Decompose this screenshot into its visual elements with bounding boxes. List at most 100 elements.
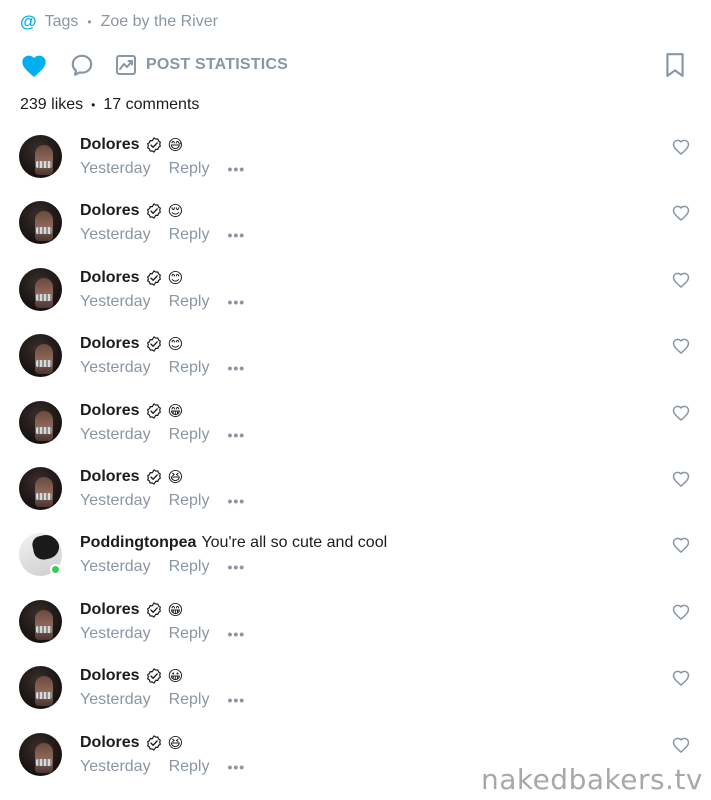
comment-item: Poddingtonpea You're all so cute and coo… <box>0 527 711 593</box>
comment-body: Dolores 😆 Yesterday Reply ••• <box>80 467 245 511</box>
avatar-figure <box>35 410 53 441</box>
comment-author[interactable]: Dolores <box>80 335 140 353</box>
comment-like-icon[interactable] <box>671 137 691 157</box>
more-options-icon[interactable]: ••• <box>227 759 245 775</box>
avatar[interactable] <box>19 533 62 577</box>
tags-row: @ Tags • Zoe by the River <box>20 12 218 32</box>
comments-list: Dolores 😅 Yesterday Reply ••• Dolores 😌 … <box>0 129 711 793</box>
reply-button[interactable]: Reply <box>169 226 210 244</box>
avatar-detail <box>36 625 52 633</box>
separator-dot: • <box>91 98 96 112</box>
comment-like-icon[interactable] <box>671 668 691 688</box>
comment-author[interactable]: Dolores <box>80 136 140 154</box>
more-options-icon[interactable]: ••• <box>227 493 245 509</box>
comment-header: Dolores 😆 <box>80 733 245 753</box>
comment-author[interactable]: Dolores <box>80 402 140 420</box>
comment-like-icon[interactable] <box>671 336 691 356</box>
avatar-detail <box>36 692 52 700</box>
separator-dot: • <box>87 15 92 29</box>
at-icon: @ <box>20 12 37 31</box>
comment-emoji: 😁 <box>167 600 184 619</box>
comment-body: Dolores 😅 Yesterday Reply ••• <box>80 135 245 179</box>
reply-button[interactable]: Reply <box>169 426 210 444</box>
more-options-icon[interactable]: ••• <box>227 626 245 642</box>
comment-like-icon[interactable] <box>671 403 691 423</box>
comments-count[interactable]: 17 comments <box>103 96 199 114</box>
comment-author[interactable]: Dolores <box>80 202 140 220</box>
comment-header: Poddingtonpea You're all so cute and coo… <box>80 533 387 553</box>
post-statistics-button[interactable]: POST STATISTICS <box>114 53 288 77</box>
comment-author[interactable]: Poddingtonpea <box>80 534 196 552</box>
comment-meta: Yesterday Reply ••• <box>80 358 245 378</box>
comment-like-icon[interactable] <box>671 203 691 223</box>
more-options-icon[interactable]: ••• <box>227 559 245 575</box>
comment-item: Dolores 😀 Yesterday Reply ••• <box>0 660 711 726</box>
comment-author[interactable]: Dolores <box>80 269 140 287</box>
bookmark-button[interactable] <box>663 51 687 79</box>
avatar[interactable] <box>19 666 62 710</box>
comment-item: Dolores 😁 Yesterday Reply ••• <box>0 594 711 660</box>
comment-body: Dolores 😌 Yesterday Reply ••• <box>80 201 245 245</box>
avatar[interactable] <box>19 466 62 510</box>
avatar-detail <box>36 758 52 766</box>
linked-post-title[interactable]: Zoe by the River <box>101 13 218 31</box>
avatar-figure <box>35 476 53 507</box>
comment-emoji: 😊 <box>167 335 184 354</box>
verified-badge-icon <box>146 137 161 153</box>
comment-timestamp: Yesterday <box>80 757 151 775</box>
avatar[interactable] <box>19 400 62 444</box>
reply-button[interactable]: Reply <box>169 691 210 709</box>
comment-author[interactable]: Dolores <box>80 601 140 619</box>
comment-header: Dolores 😁 <box>80 600 245 620</box>
verified-badge-icon <box>146 734 161 751</box>
comment-body: Dolores 😁 Yesterday Reply ••• <box>80 600 245 644</box>
comment-author[interactable]: Dolores <box>80 468 140 486</box>
avatar[interactable] <box>19 732 62 776</box>
comment-like-icon[interactable] <box>671 735 691 755</box>
avatar-shape <box>30 533 62 562</box>
avatar[interactable] <box>19 599 62 643</box>
comment-like-icon[interactable] <box>671 535 691 555</box>
avatar[interactable] <box>19 135 62 178</box>
more-options-icon[interactable]: ••• <box>227 294 245 310</box>
reply-button[interactable]: Reply <box>169 293 210 311</box>
comment-timestamp: Yesterday <box>80 359 151 377</box>
comment-author[interactable]: Dolores <box>80 667 140 685</box>
comment-button[interactable] <box>68 51 96 79</box>
comment-timestamp: Yesterday <box>80 226 151 244</box>
avatar[interactable] <box>19 267 62 311</box>
more-options-icon[interactable]: ••• <box>227 692 245 708</box>
comment-like-icon[interactable] <box>671 602 691 622</box>
comment-body: Dolores 😊 Yesterday Reply ••• <box>80 268 245 312</box>
comment-body: Dolores 😀 Yesterday Reply ••• <box>80 666 245 710</box>
comment-like-icon[interactable] <box>671 469 691 489</box>
reply-button[interactable]: Reply <box>169 359 210 377</box>
more-options-icon[interactable]: ••• <box>227 360 245 376</box>
comment-emoji: 😊 <box>167 268 184 287</box>
comment-header: Dolores 😌 <box>80 201 245 221</box>
reply-button[interactable]: Reply <box>169 558 210 576</box>
like-button[interactable] <box>20 51 48 79</box>
comment-timestamp: Yesterday <box>80 691 151 709</box>
tags-label[interactable]: Tags <box>45 13 79 31</box>
avatar-figure <box>35 344 53 375</box>
more-options-icon[interactable]: ••• <box>227 227 245 243</box>
comment-author[interactable]: Dolores <box>80 734 140 752</box>
reply-button[interactable]: Reply <box>169 758 210 776</box>
comment-meta: Yesterday Reply ••• <box>80 159 245 179</box>
reply-button[interactable]: Reply <box>169 492 210 510</box>
comment-item: Dolores 😅 Yesterday Reply ••• <box>0 129 711 195</box>
reply-button[interactable]: Reply <box>169 625 210 643</box>
comment-like-icon[interactable] <box>671 270 691 290</box>
avatar[interactable] <box>19 201 62 245</box>
comment-meta: Yesterday Reply ••• <box>80 425 245 445</box>
likes-count[interactable]: 239 likes <box>20 96 83 114</box>
comment-meta: Yesterday Reply ••• <box>80 690 245 710</box>
comment-item: Dolores 😊 Yesterday Reply ••• <box>0 262 711 328</box>
more-options-icon[interactable]: ••• <box>227 427 245 443</box>
reply-button[interactable]: Reply <box>169 160 210 178</box>
avatar[interactable] <box>19 334 62 378</box>
verified-badge-icon <box>146 270 161 286</box>
more-options-icon[interactable]: ••• <box>227 161 245 177</box>
comment-meta: Yesterday Reply ••• <box>80 757 245 777</box>
